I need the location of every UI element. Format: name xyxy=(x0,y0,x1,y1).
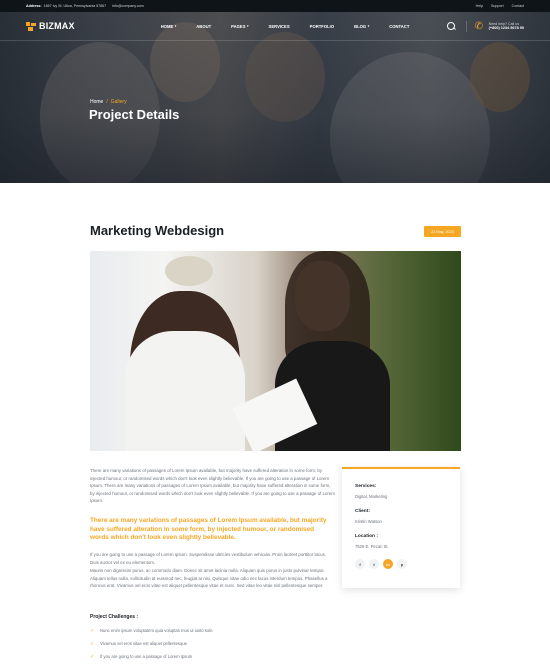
nav-right: ✆ Need help? Call us (+800) 1234 5678 90 xyxy=(446,20,524,32)
project-title: Marketing Webdesign xyxy=(90,223,225,238)
address-text: 1857 Ivy St. Utica, Pennsylvania 57867 xyxy=(43,4,107,8)
project-description-2: If you are going to use a passage of Lor… xyxy=(90,551,335,591)
twitter-icon[interactable]: t xyxy=(369,559,379,569)
nav-label: PAGES xyxy=(231,23,246,29)
help-link[interactable]: Help xyxy=(476,4,483,8)
search-icon[interactable] xyxy=(446,21,456,31)
project-image xyxy=(90,251,461,451)
main-navigation: BIZMAX HOME ▾ ABOUT PAGES ▾ SERVICES PORTF… xyxy=(0,12,550,41)
description-paragraph: There are many variations of passages of… xyxy=(90,468,335,504)
nav-item-portfolio[interactable]: PORTFOLIO xyxy=(300,24,344,29)
services-label: Services: xyxy=(355,484,377,489)
help-phone: (+800) 1234 5678 90 xyxy=(488,26,524,30)
address-label: Address: xyxy=(26,4,42,8)
check-icon: ✓ xyxy=(90,640,95,647)
challenges-heading: Project Challenges : xyxy=(90,614,139,620)
nav-menu: HOME ▾ ABOUT PAGES ▾ SERVICES PORTFOLIO BL… xyxy=(151,24,420,29)
services-value: Digital, Marketing xyxy=(355,494,388,499)
facebook-icon[interactable]: f xyxy=(355,559,365,569)
nav-item-blog[interactable]: BLOG ▾ xyxy=(344,24,379,29)
list-item: ✓ Vivamus vel eros vitae est aliquet pell… xyxy=(90,637,214,650)
nav-label: SERVICES xyxy=(268,23,290,29)
nav-label: BLOG xyxy=(354,23,367,29)
top-bar: Address: 1857 Ivy St. Utica, Pennsylvania… xyxy=(0,0,550,12)
nav-label: ABOUT xyxy=(196,23,212,29)
location-label: Location : xyxy=(355,534,378,539)
description-paragraph: Mauris non dignissim purus, ac commodo d… xyxy=(90,568,328,589)
description-paragraph: If you are going to use a passage of Lor… xyxy=(90,552,326,565)
nav-item-about[interactable]: ABOUT xyxy=(186,24,221,29)
breadcrumb-separator: / xyxy=(106,99,108,105)
logo-icon xyxy=(26,21,36,31)
breadcrumb: Home / Gallery xyxy=(90,99,127,105)
project-info-card: Services: Digital, Marketing Client: Kri… xyxy=(342,467,460,588)
brand-name: BIZMAX xyxy=(39,21,75,31)
chevron-down-icon: ▾ xyxy=(174,24,177,28)
client-value: Kristin Watson xyxy=(355,519,382,524)
date-badge: 23 May, 2023 xyxy=(424,226,461,237)
nav-label: PORTFOLIO xyxy=(309,23,335,29)
client-label: Client: xyxy=(355,509,370,514)
email-link[interactable]: info@company.com xyxy=(112,4,144,8)
highlight-text: There are many variations of passages of… xyxy=(90,517,327,542)
brand-logo[interactable]: BIZMAX xyxy=(26,21,75,31)
photo-figure xyxy=(125,331,245,451)
check-icon: ✓ xyxy=(90,627,95,634)
project-description: There are many variations of passages of… xyxy=(90,467,335,511)
list-item: ✓ If you are going to use a passage of Lo… xyxy=(90,650,214,663)
pinterest-icon[interactable]: p xyxy=(397,559,407,569)
chevron-down-icon: ▾ xyxy=(367,24,370,28)
breadcrumb-current: Gallery xyxy=(110,99,127,105)
phone-icon: ✆ xyxy=(474,20,484,32)
breadcrumb-home[interactable]: Home xyxy=(90,99,103,105)
list-item-text: Nunc enim ipsum voluptatem quia voluptas… xyxy=(100,628,214,633)
list-item-text: If you are going to use a passage of Lor… xyxy=(100,654,193,659)
contact-info: Address: 1857 Ivy St. Utica, Pennsylvania… xyxy=(26,4,144,8)
nav-label: CONTACT xyxy=(389,23,410,29)
address: Address: 1857 Ivy St. Utica, Pennsylvania… xyxy=(26,4,106,8)
check-icon: ✓ xyxy=(90,653,95,660)
nav-label: HOME xyxy=(160,23,174,29)
nav-item-pages[interactable]: PAGES ▾ xyxy=(221,24,258,29)
photo-figure xyxy=(165,256,213,286)
help-text: Need help? Call us (+800) 1234 5678 90 xyxy=(489,22,524,30)
location-value: 7529 E. Pecan St. xyxy=(355,544,389,549)
nav-item-services[interactable]: SERVICES xyxy=(259,24,300,29)
challenges-list: ✓ Nunc enim ipsum voluptatem quia volupta… xyxy=(90,624,214,663)
chevron-down-icon: ▾ xyxy=(247,24,249,28)
top-links: Help Support Contact xyxy=(476,4,524,8)
social-links: f t in p xyxy=(355,559,447,569)
contact-link[interactable]: Contact xyxy=(512,4,524,8)
support-link[interactable]: Support xyxy=(491,4,504,8)
page-title: Project Details xyxy=(89,107,180,122)
nav-item-home[interactable]: HOME ▾ xyxy=(151,24,187,29)
nav-item-contact[interactable]: CONTACT xyxy=(379,24,419,29)
list-item: ✓ Nunc enim ipsum voluptatem quia volupta… xyxy=(90,624,214,637)
help-contact[interactable]: ✆ Need help? Call us (+800) 1234 5678 90 xyxy=(465,20,524,32)
linkedin-icon[interactable]: in xyxy=(383,559,393,569)
list-item-text: Vivamus vel eros vitae est aliquet pelle… xyxy=(100,641,187,646)
